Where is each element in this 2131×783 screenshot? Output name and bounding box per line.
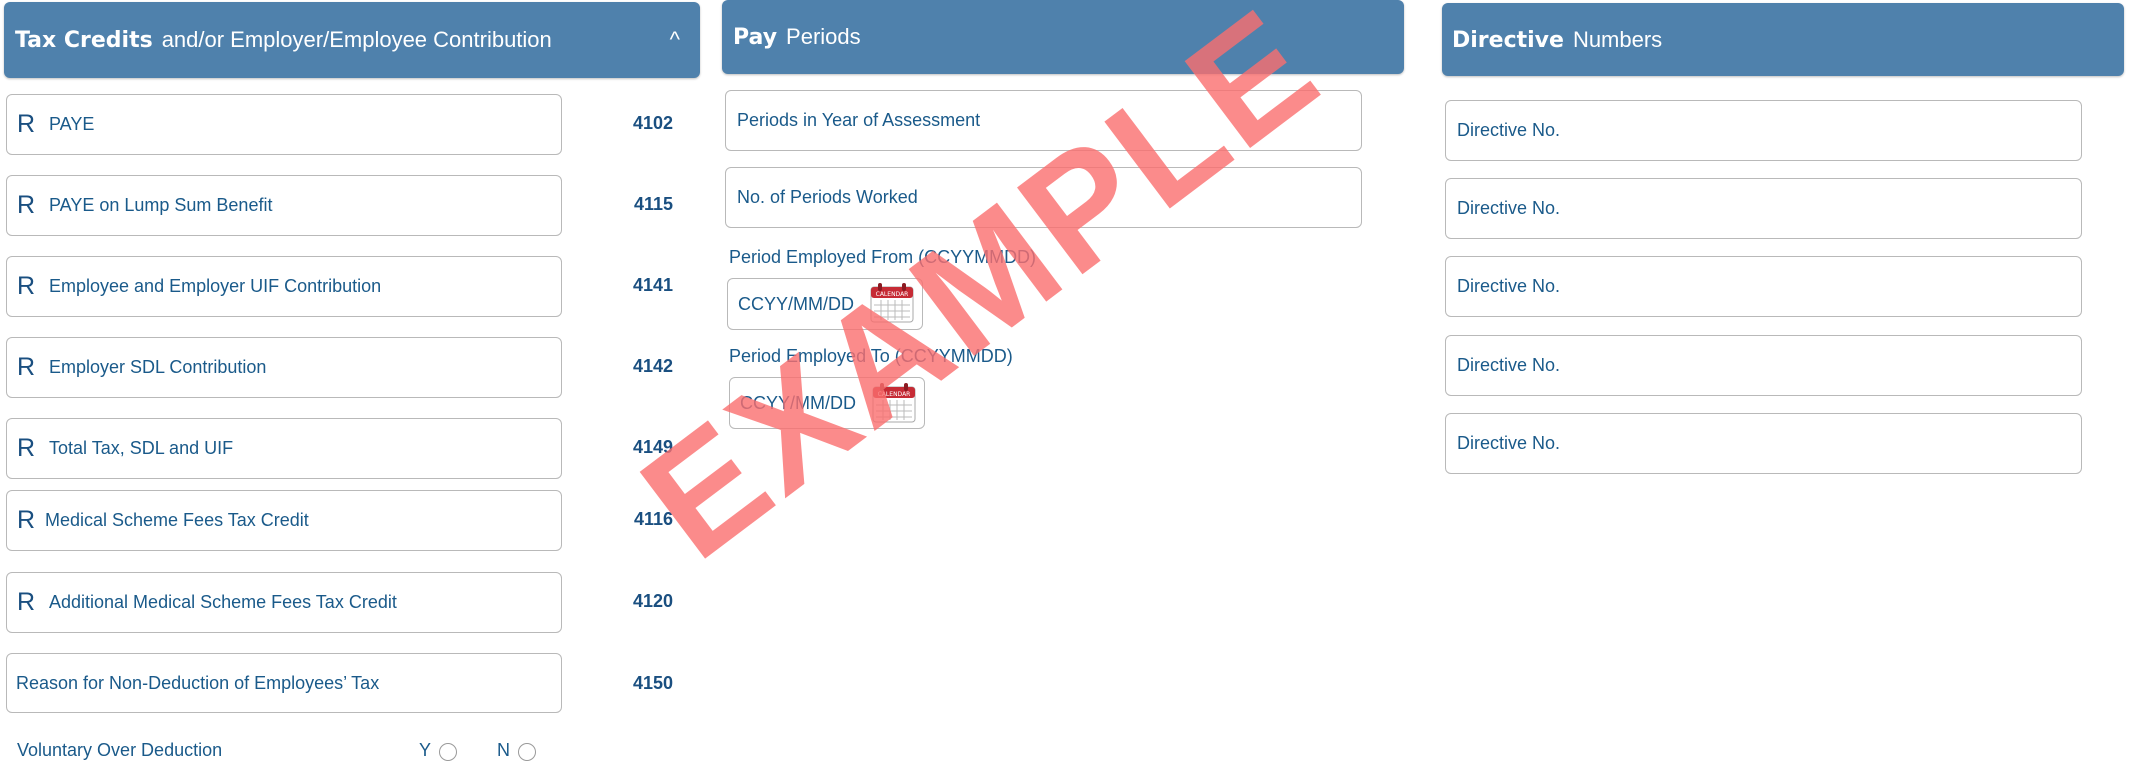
tax-row-field[interactable]: R Employee and Employer UIF Contribution: [6, 256, 562, 317]
directive-number-field[interactable]: Directive No.: [1445, 335, 2082, 396]
code-4150: 4150: [632, 673, 673, 693]
period-from-label: Period Employed From (CCYYMMDD): [729, 247, 1037, 267]
rand-prefix: R: [17, 110, 36, 138]
tax-row-label: PAYE on Lump Sum Benefit: [49, 195, 273, 215]
collapse-caret-icon[interactable]: ^: [670, 27, 680, 53]
pay-periods-title-bold: Pay: [733, 25, 778, 50]
tax-row-code: 4115: [633, 194, 673, 214]
period-to-label: Period Employed To (CCYYMMDD): [729, 346, 1013, 366]
tax-row-code: 4142: [632, 356, 673, 376]
tax-credits-title-rest: and/or Employer/Employee Contribution: [161, 27, 552, 52]
rand-prefix: R: [17, 191, 36, 219]
calendar-icon[interactable]: CALENDAR: [872, 383, 916, 423]
voluntary-over-deduction-label: Voluntary Over Deduction: [17, 740, 223, 760]
directive-number-field[interactable]: Directive No.: [1445, 178, 2082, 239]
rand-prefix: R: [17, 506, 36, 534]
tax-row-label: PAYE: [49, 114, 95, 134]
rand-prefix: R: [17, 588, 36, 616]
yes-radio[interactable]: [439, 742, 458, 761]
periods-in-year-field[interactable]: Periods in Year of Assessment: [725, 90, 1362, 151]
directive-numbers-header: Directive Numbers: [1442, 3, 2124, 76]
periods-worked-field[interactable]: No. of Periods Worked: [725, 167, 1362, 228]
tax-row-label: Employee and Employer UIF Contribution: [49, 276, 382, 296]
period-to-placeholder: CCYY/MM/DD: [740, 392, 856, 413]
rand-prefix: R: [17, 272, 36, 300]
tax-row-field[interactable]: R Employer SDL Contribution: [6, 337, 562, 398]
rand-prefix: R: [17, 353, 36, 381]
svg-text:CALENDAR: CALENDAR: [878, 391, 911, 398]
directive-number-field[interactable]: Directive No.: [1445, 256, 2082, 317]
tax-credits-header: Tax Credits and/or Employer/Employee Cont…: [4, 2, 700, 78]
tax-row-code: 4149: [632, 437, 673, 457]
tax-row-code: 4116: [633, 509, 673, 529]
directive-number-field[interactable]: Directive No.: [1445, 100, 2082, 161]
tax-row-label: Medical Scheme Fees Tax Credit: [45, 510, 309, 530]
rand-prefix: R: [17, 434, 36, 462]
tax-row-code: 4141: [632, 275, 673, 295]
period-from-placeholder: CCYY/MM/DD: [738, 293, 854, 314]
directive-number-label: Directive No.: [1457, 355, 1561, 375]
directive-number-label: Directive No.: [1457, 120, 1561, 140]
reason-non-deduction-field[interactable]: Reason for Non-Deduction of Employees’ T…: [6, 653, 562, 713]
tax-row-code: 4120: [632, 591, 673, 611]
periods-worked-label: No. of Periods Worked: [737, 187, 918, 207]
directive-number-field[interactable]: Directive No.: [1445, 413, 2082, 474]
directive-number-label: Directive No.: [1457, 198, 1561, 218]
tax-row-label: Additional Medical Scheme Fees Tax Credi…: [49, 592, 397, 612]
reason-non-deduction-label: Reason for Non-Deduction of Employees’ T…: [16, 672, 380, 693]
tax-credits-title-bold: Tax Credits: [15, 28, 153, 53]
directive-number-label: Directive No.: [1457, 276, 1561, 296]
tax-row-label: Employer SDL Contribution: [49, 357, 267, 377]
tax-row-code: 4102: [632, 113, 673, 133]
voluntary-over-deduction: Voluntary Over Deduction Y N: [17, 740, 557, 762]
pay-periods-header: Pay Periods: [722, 0, 1404, 74]
directive-number-label: Directive No.: [1457, 433, 1561, 453]
svg-text:CALENDAR: CALENDAR: [876, 291, 909, 298]
tax-row-field[interactable]: R PAYE: [6, 94, 562, 155]
tax-row-field[interactable]: R PAYE on Lump Sum Benefit: [6, 175, 562, 236]
no-radio[interactable]: [518, 742, 536, 761]
directive-title-rest: Numbers: [1572, 26, 1663, 52]
tax-row-field[interactable]: R Additional Medical Scheme Fees Tax Cred…: [6, 572, 562, 633]
periods-in-year-label: Periods in Year of Assessment: [737, 110, 981, 130]
tax-row-field[interactable]: R Medical Scheme Fees Tax Credit: [6, 490, 562, 551]
pay-periods-title-rest: Periods: [786, 24, 861, 49]
calendar-icon[interactable]: CALENDAR: [870, 283, 914, 323]
yes-label: Y: [419, 740, 432, 760]
no-label: N: [497, 740, 510, 760]
tax-row-label: Total Tax, SDL and UIF: [49, 438, 234, 458]
directive-title-bold: Directive: [1452, 27, 1564, 53]
tax-row-field[interactable]: R Total Tax, SDL and UIF: [6, 418, 562, 479]
